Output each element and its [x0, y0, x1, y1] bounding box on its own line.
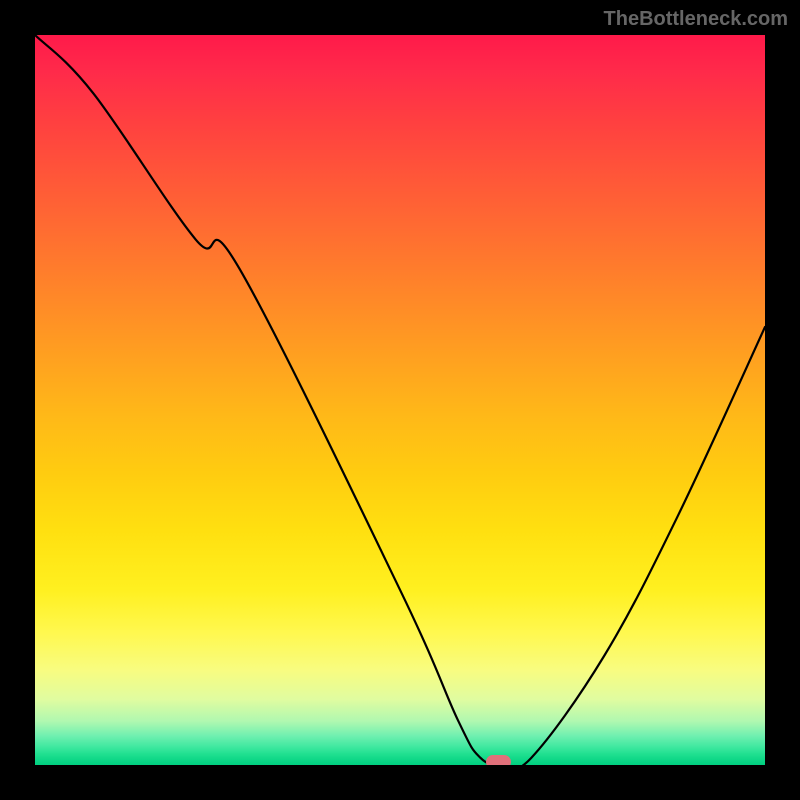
minimum-marker — [486, 755, 512, 765]
watermark-text: TheBottleneck.com — [604, 8, 788, 31]
bottleneck-curve — [35, 35, 765, 765]
plot-area — [35, 35, 765, 765]
curve-svg — [35, 35, 765, 765]
chart-frame: TheBottleneck.com — [0, 0, 800, 800]
